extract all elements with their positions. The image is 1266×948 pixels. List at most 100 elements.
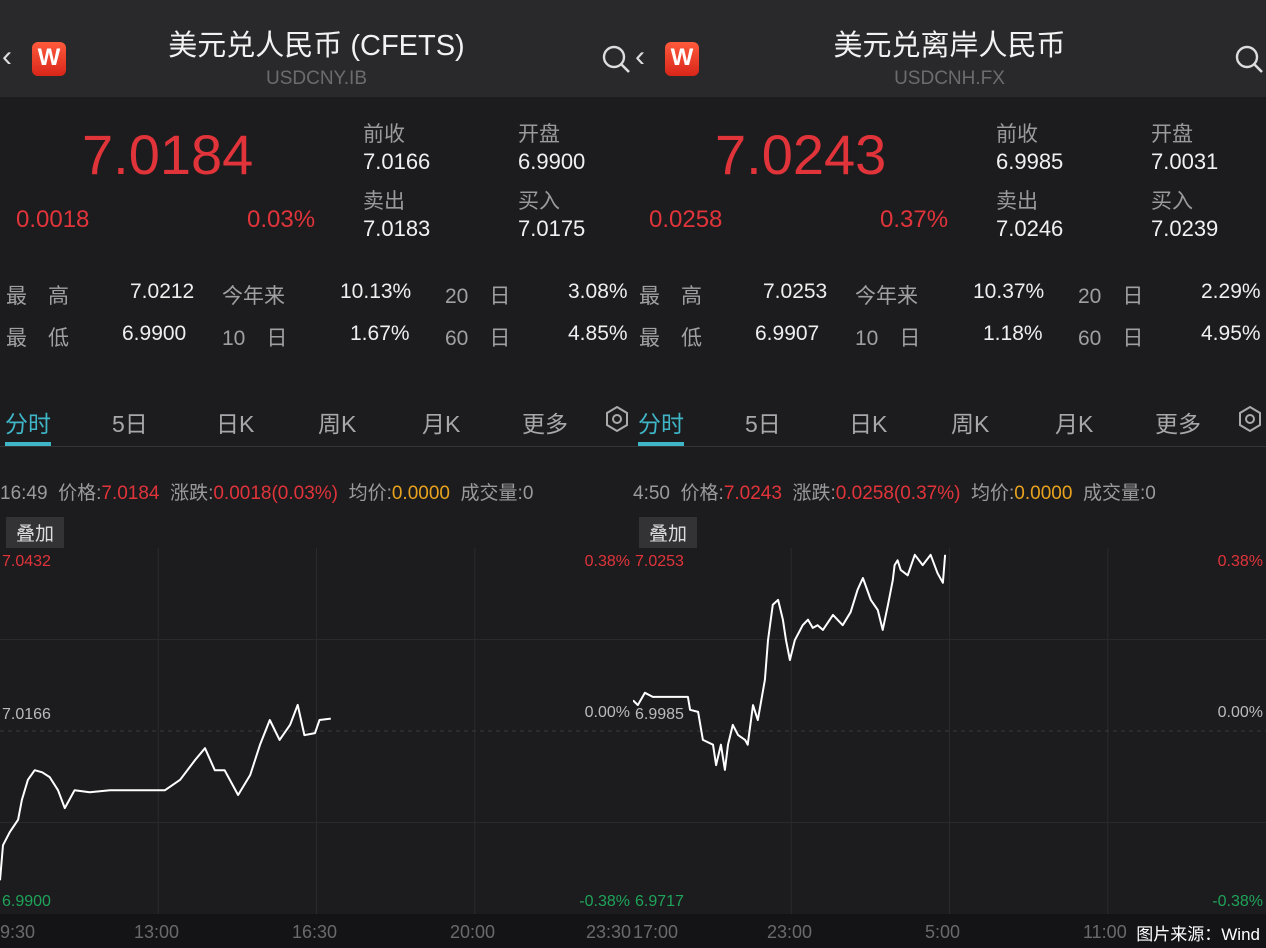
stat-value: 1.67% <box>350 322 410 345</box>
quote-label-prev-close: 前收 <box>996 123 1038 146</box>
y-pct-mid: 0.00% <box>584 704 630 721</box>
stat-label: 今年来 <box>222 285 285 308</box>
tab-intraday[interactable]: 分时 <box>638 405 684 446</box>
x-tick: 23:00 <box>767 922 813 942</box>
y-label-mid: 6.9985 <box>635 706 684 723</box>
stat-value: 4.95% <box>1201 322 1261 345</box>
quote-label-ask: 卖出 <box>996 190 1038 213</box>
crosshair-info: 16:49 价格:7.0184 涨跌:0.0018(0.03%) 均价:0.00… <box>0 478 533 505</box>
info-change: 0.0258(0.37%) <box>835 483 961 504</box>
stat-value: 3.08% <box>568 280 628 303</box>
x-tick: 5:00 <box>925 922 961 942</box>
period-tabs: 分时 5日 日K 周K 月K 更多 <box>0 405 633 447</box>
stat-label: 20 日 <box>1078 285 1144 308</box>
info-price: 7.0243 <box>723 483 782 504</box>
overlay-button[interactable]: 叠加 <box>6 517 65 548</box>
quote-label-prev-close: 前收 <box>363 123 405 146</box>
tab-daily-k[interactable]: 日K <box>849 405 887 439</box>
intraday-chart[interactable] <box>0 548 633 914</box>
x-tick: 17:00 <box>633 922 679 942</box>
header: ‹ W 美元兑离岸人民币 USDCNH.FX <box>633 0 1266 97</box>
intraday-chart[interactable] <box>633 548 1266 914</box>
stat-label: 最 低 <box>6 327 69 350</box>
y-pct-bottom: -0.38% <box>1212 893 1263 910</box>
quote-label-ask: 卖出 <box>363 190 405 213</box>
price-line <box>633 553 947 771</box>
info-volume: 0 <box>522 483 534 504</box>
tab-weekly-k[interactable]: 周K <box>318 405 356 439</box>
stat-value: 7.0212 <box>130 280 195 303</box>
tab-more[interactable]: 更多 <box>522 405 568 439</box>
search-icon[interactable] <box>601 44 631 74</box>
stat-label: 20 日 <box>445 285 511 308</box>
x-tick: 20:00 <box>450 922 496 942</box>
stat-value: 6.9907 <box>755 322 820 345</box>
tab-monthly-k[interactable]: 月K <box>1055 405 1093 439</box>
tab-5day[interactable]: 5日 <box>112 405 148 439</box>
stat-value: 2.29% <box>1201 280 1261 303</box>
stat-label: 10 日 <box>222 327 288 350</box>
info-time: 16:49 <box>0 483 48 504</box>
stat-value: 6.9900 <box>122 322 187 345</box>
stat-label: 最 低 <box>639 327 702 350</box>
y-label-mid: 7.0166 <box>2 706 51 723</box>
quote-value-open: 6.9900 <box>518 149 586 174</box>
tab-intraday[interactable]: 分时 <box>5 405 51 446</box>
y-pct-top: 0.38% <box>584 553 630 570</box>
info-volume-label: 成交量: <box>460 483 523 504</box>
quote-value-open: 7.0031 <box>1151 149 1219 174</box>
quote-label-bid: 买入 <box>518 190 560 213</box>
last-price: 7.0243 <box>715 123 887 186</box>
y-label-bottom: 6.9900 <box>2 893 51 910</box>
period-tabs: 分时 5日 日K 周K 月K 更多 <box>633 405 1266 447</box>
price-change-pct: 0.37% <box>880 206 949 233</box>
x-tick: 16:30 <box>292 922 338 942</box>
y-label-top: 7.0253 <box>635 553 684 570</box>
tab-5day[interactable]: 5日 <box>745 405 781 439</box>
x-tick: 13:00 <box>134 922 180 942</box>
settings-icon[interactable] <box>1238 405 1262 433</box>
tab-monthly-k[interactable]: 月K <box>422 405 460 439</box>
quote-label-open: 开盘 <box>1151 123 1193 146</box>
security-code: USDCNH.FX <box>894 68 1005 89</box>
x-tick: 11:00 <box>1083 922 1127 942</box>
stat-value: 10.37% <box>973 280 1045 303</box>
stat-label: 最 高 <box>639 285 702 308</box>
y-label-bottom: 6.9717 <box>635 893 684 910</box>
info-change-label: 涨跌: <box>792 483 836 504</box>
y-pct-top: 0.38% <box>1217 553 1263 570</box>
stat-value: 4.85% <box>568 322 628 345</box>
settings-icon[interactable] <box>605 405 629 433</box>
security-code: USDCNY.IB <box>265 68 367 89</box>
info-avg: 0.0000 <box>1014 483 1073 504</box>
price-change: 0.0258 <box>649 206 723 233</box>
stat-label: 60 日 <box>445 327 511 350</box>
info-change: 0.0018(0.03%) <box>213 483 339 504</box>
header: ‹ W 美元兑人民币 (CFETS) USDCNY.IB <box>0 0 633 97</box>
last-price: 7.0184 <box>82 123 254 186</box>
info-volume-label: 成交量: <box>1082 483 1146 504</box>
info-price-label: 价格: <box>680 483 724 504</box>
tab-weekly-k[interactable]: 周K <box>951 405 989 439</box>
usdcnh-panel: ‹ W 美元兑离岸人民币 USDCNH.FX 7.0243 0.0258 0.3… <box>633 0 1266 948</box>
info-price: 7.0184 <box>101 483 160 504</box>
image-source-credit: 图片来源：Wind <box>1136 925 1260 944</box>
quote-label-open: 开盘 <box>518 123 560 146</box>
info-change-label: 涨跌: <box>170 483 214 504</box>
y-pct-bottom: -0.38% <box>579 893 630 910</box>
stat-value: 7.0253 <box>763 280 828 303</box>
tab-daily-k[interactable]: 日K <box>216 405 254 439</box>
x-tick: 9:30 <box>0 922 36 942</box>
info-time: 4:50 <box>633 483 670 504</box>
tab-more[interactable]: 更多 <box>1155 405 1201 439</box>
security-title: 美元兑离岸人民币 <box>833 30 1066 62</box>
security-title: 美元兑人民币 (CFETS) <box>168 30 465 62</box>
quote-value-ask: 7.0183 <box>363 216 431 241</box>
quote-value-prev-close: 7.0166 <box>363 149 431 174</box>
overlay-button[interactable]: 叠加 <box>639 517 698 548</box>
usdcny-panel: ‹ W 美元兑人民币 (CFETS) USDCNY.IB 7.0184 0.00… <box>0 0 633 948</box>
quote-value-bid: 7.0175 <box>518 216 586 241</box>
price-change: 0.0018 <box>16 206 90 233</box>
stat-label: 60 日 <box>1078 327 1144 350</box>
search-icon[interactable] <box>1234 44 1264 74</box>
